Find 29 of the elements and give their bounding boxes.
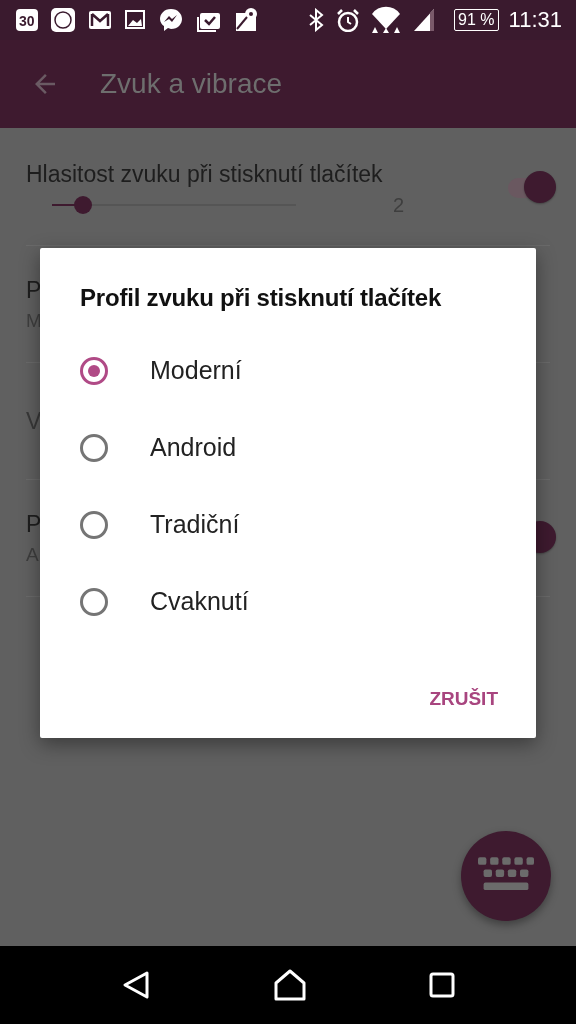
image-icon bbox=[123, 8, 146, 32]
radio-option[interactable]: Cvaknutí bbox=[80, 563, 512, 640]
screen-title: Zvuk a vibrace bbox=[100, 68, 283, 100]
wifi-icon bbox=[370, 5, 403, 35]
setting-title: Hlasitost zvuku při stisknutí tlačítek bbox=[26, 160, 383, 188]
dialog-title: Profil zvuku při stisknutí tlačítek bbox=[80, 284, 443, 312]
battery-indicator: 91 % bbox=[454, 9, 499, 31]
alarm-clock-icon bbox=[336, 8, 361, 32]
signal-icon bbox=[412, 7, 437, 33]
radio-button[interactable] bbox=[80, 433, 108, 462]
radio-option[interactable]: Android bbox=[80, 409, 512, 486]
setting-title: P bbox=[26, 510, 42, 538]
back-icon[interactable] bbox=[121, 970, 151, 1000]
mail-icon bbox=[87, 8, 112, 32]
round-app-icon bbox=[49, 7, 76, 33]
keyboard-button[interactable] bbox=[461, 831, 551, 921]
radio-button[interactable] bbox=[80, 356, 108, 385]
radio-option[interactable]: Tradiční bbox=[80, 486, 512, 563]
chat-bubble-icon bbox=[157, 7, 184, 33]
clock-time: 11:31 bbox=[508, 7, 562, 33]
calendar-date-icon: 30 bbox=[16, 9, 38, 31]
slider-thumb[interactable] bbox=[74, 196, 93, 214]
cancel-button[interactable]: ZRUŠIT bbox=[415, 680, 512, 718]
recent-apps-icon[interactable] bbox=[429, 972, 455, 998]
setting-title: P bbox=[26, 276, 42, 304]
radio-button[interactable] bbox=[80, 510, 108, 539]
radio-button[interactable] bbox=[80, 587, 108, 616]
home-icon[interactable] bbox=[273, 969, 307, 1001]
radio-option[interactable]: Moderní bbox=[80, 332, 512, 409]
